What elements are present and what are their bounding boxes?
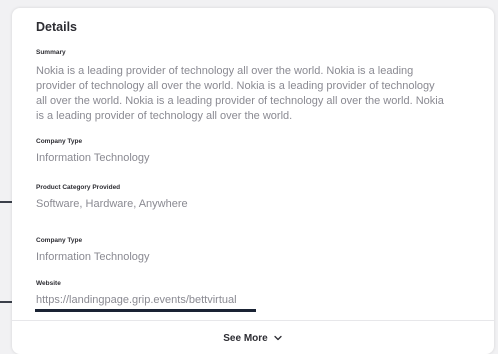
website-link-underline <box>35 309 256 312</box>
product-category-label: Product Category Provided <box>36 184 121 191</box>
card-divider <box>12 320 494 321</box>
summary-label: Summary <box>36 49 66 56</box>
product-category-value: Software, Hardware, Anywhere <box>36 198 188 210</box>
company-type-label: Company Type <box>36 138 83 145</box>
summary-text: Nokia is a leading provider of technolog… <box>36 65 444 122</box>
company-type-2-value: Information Technology <box>36 251 150 263</box>
see-more-button[interactable]: See More <box>12 328 494 348</box>
company-type-value: Information Technology <box>36 152 150 164</box>
details-title: Details <box>36 20 77 34</box>
details-card: Details Summary Nokia is a leading provi… <box>12 8 494 354</box>
website-link[interactable]: https://landingpage.grip.events/bettvirt… <box>36 294 237 306</box>
see-more-label: See More <box>223 332 268 344</box>
website-row: https://landingpage.grip.events/bettvirt… <box>36 293 237 308</box>
website-label: Website <box>36 280 61 287</box>
chevron-down-icon <box>274 335 282 341</box>
company-type-2-label: Company Type <box>36 237 83 244</box>
